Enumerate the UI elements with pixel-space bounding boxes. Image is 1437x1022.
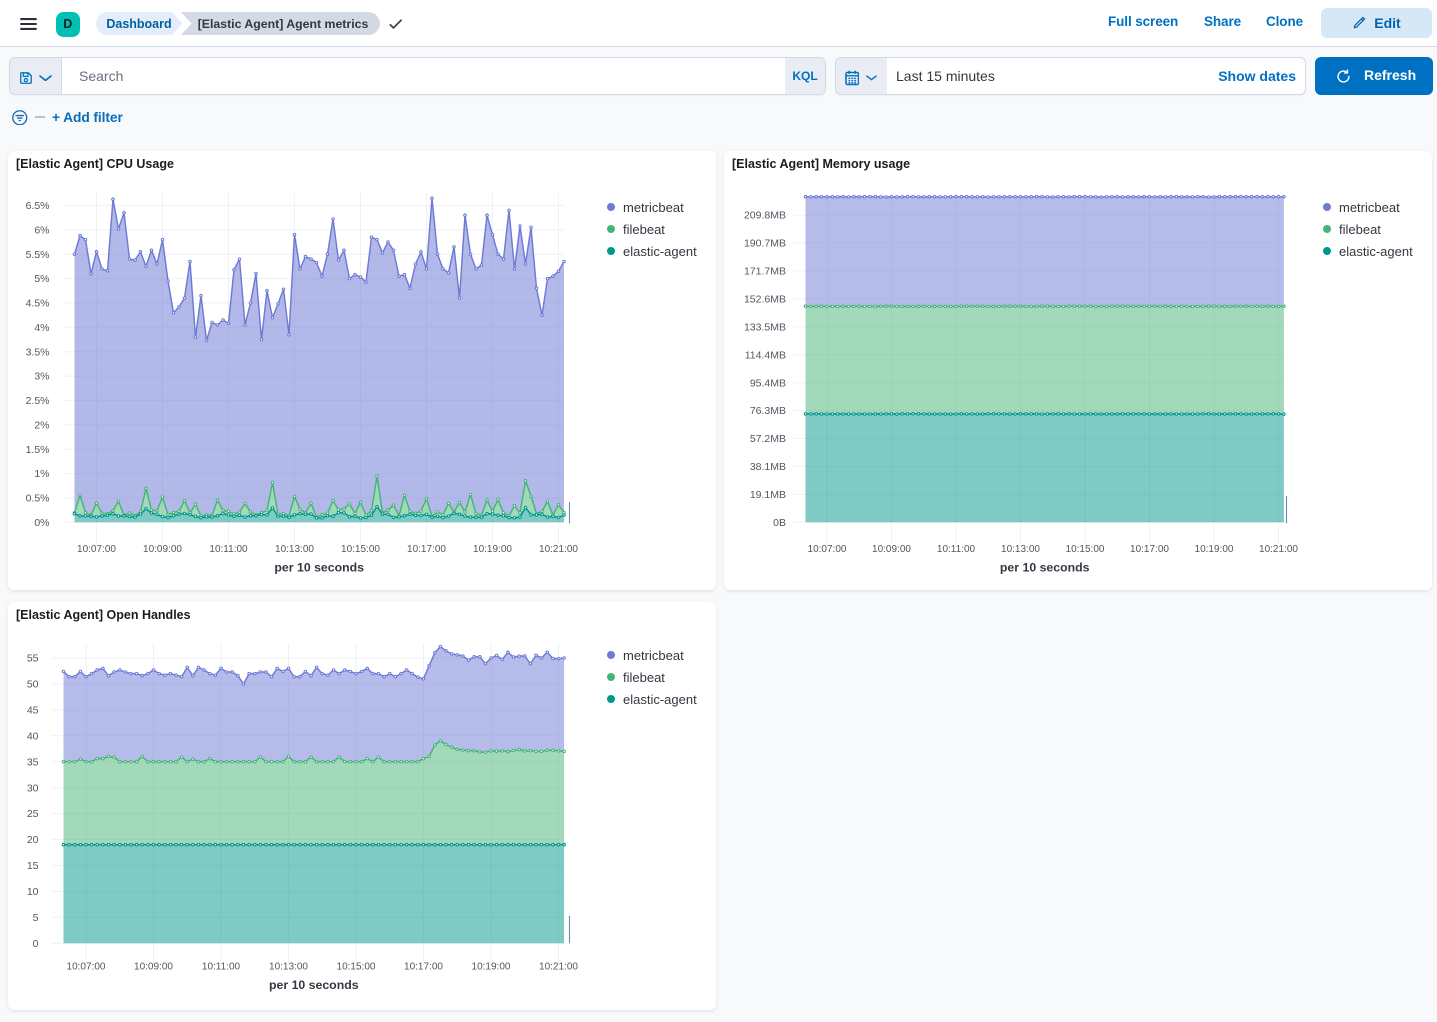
svg-text:[Elastic Agent] Agent metrics: [Elastic Agent] Agent metrics	[198, 17, 369, 31]
svg-text:6.5%: 6.5%	[26, 200, 50, 212]
svg-text:10:13:00: 10:13:00	[269, 962, 308, 973]
svg-text:per 10 seconds: per 10 seconds	[269, 978, 359, 992]
svg-text:per 10 seconds: per 10 seconds	[274, 561, 364, 575]
svg-text:209.8MB: 209.8MB	[744, 210, 786, 222]
svg-text:35: 35	[27, 756, 39, 768]
svg-text:10:07:00: 10:07:00	[77, 544, 116, 555]
svg-text:10:09:00: 10:09:00	[134, 962, 173, 973]
svg-text:38.1MB: 38.1MB	[750, 461, 786, 473]
svg-text:10:11:00: 10:11:00	[202, 962, 241, 973]
svg-text:10:09:00: 10:09:00	[872, 544, 911, 555]
svg-text:4.5%: 4.5%	[26, 298, 50, 310]
svg-text:15: 15	[27, 860, 39, 872]
svg-text:25: 25	[27, 808, 39, 820]
svg-text:3%: 3%	[34, 371, 49, 383]
svg-text:10:07:00: 10:07:00	[808, 544, 847, 555]
svg-text:1.5%: 1.5%	[26, 444, 50, 456]
svg-text:95.4MB: 95.4MB	[750, 377, 786, 389]
svg-text:10:15:00: 10:15:00	[1066, 544, 1105, 555]
svg-text:0%: 0%	[34, 517, 49, 529]
svg-text:10:15:00: 10:15:00	[337, 962, 376, 973]
svg-text:10:17:00: 10:17:00	[407, 544, 446, 555]
svg-text:10:07:00: 10:07:00	[67, 962, 106, 973]
svg-text:Dashboard: Dashboard	[106, 17, 171, 31]
svg-text:19.1MB: 19.1MB	[750, 489, 786, 501]
svg-text:10:19:00: 10:19:00	[473, 544, 512, 555]
svg-text:0: 0	[33, 938, 39, 950]
svg-text:10:11:00: 10:11:00	[937, 544, 976, 555]
svg-text:57.2MB: 57.2MB	[750, 433, 786, 445]
svg-text:4%: 4%	[34, 322, 49, 334]
svg-text:10:15:00: 10:15:00	[341, 544, 380, 555]
svg-text:10:17:00: 10:17:00	[1130, 544, 1169, 555]
svg-text:1%: 1%	[34, 468, 49, 480]
svg-text:2.5%: 2.5%	[26, 395, 50, 407]
svg-text:3.5%: 3.5%	[26, 346, 50, 358]
svg-text:0.5%: 0.5%	[26, 493, 50, 505]
svg-text:10:19:00: 10:19:00	[1195, 544, 1234, 555]
svg-text:133.5MB: 133.5MB	[744, 321, 786, 333]
svg-text:10:21:00: 10:21:00	[1259, 544, 1298, 555]
svg-text:5.5%: 5.5%	[26, 249, 50, 261]
svg-text:55: 55	[27, 653, 39, 665]
svg-text:10:09:00: 10:09:00	[143, 544, 182, 555]
svg-text:114.4MB: 114.4MB	[745, 349, 786, 361]
svg-text:6%: 6%	[34, 225, 49, 237]
svg-text:30: 30	[27, 782, 39, 794]
svg-text:10: 10	[27, 886, 39, 898]
svg-text:40: 40	[27, 730, 39, 742]
svg-text:50: 50	[27, 679, 39, 691]
svg-text:0B: 0B	[773, 517, 786, 529]
svg-text:10:19:00: 10:19:00	[472, 962, 511, 973]
svg-text:per 10 seconds: per 10 seconds	[1000, 561, 1090, 575]
svg-text:45: 45	[27, 705, 39, 717]
svg-text:10:21:00: 10:21:00	[539, 962, 578, 973]
svg-text:171.7MB: 171.7MB	[744, 266, 786, 278]
svg-text:2%: 2%	[34, 419, 49, 431]
svg-text:5%: 5%	[34, 273, 49, 285]
svg-text:5: 5	[33, 912, 39, 924]
svg-text:10:21:00: 10:21:00	[539, 544, 578, 555]
svg-text:190.7MB: 190.7MB	[744, 238, 786, 250]
svg-text:20: 20	[27, 834, 39, 846]
svg-text:10:17:00: 10:17:00	[404, 962, 443, 973]
svg-text:152.6MB: 152.6MB	[744, 294, 786, 306]
svg-text:10:13:00: 10:13:00	[1001, 544, 1040, 555]
svg-text:76.3MB: 76.3MB	[750, 405, 786, 417]
svg-text:10:11:00: 10:11:00	[209, 544, 248, 555]
svg-text:10:13:00: 10:13:00	[275, 544, 314, 555]
